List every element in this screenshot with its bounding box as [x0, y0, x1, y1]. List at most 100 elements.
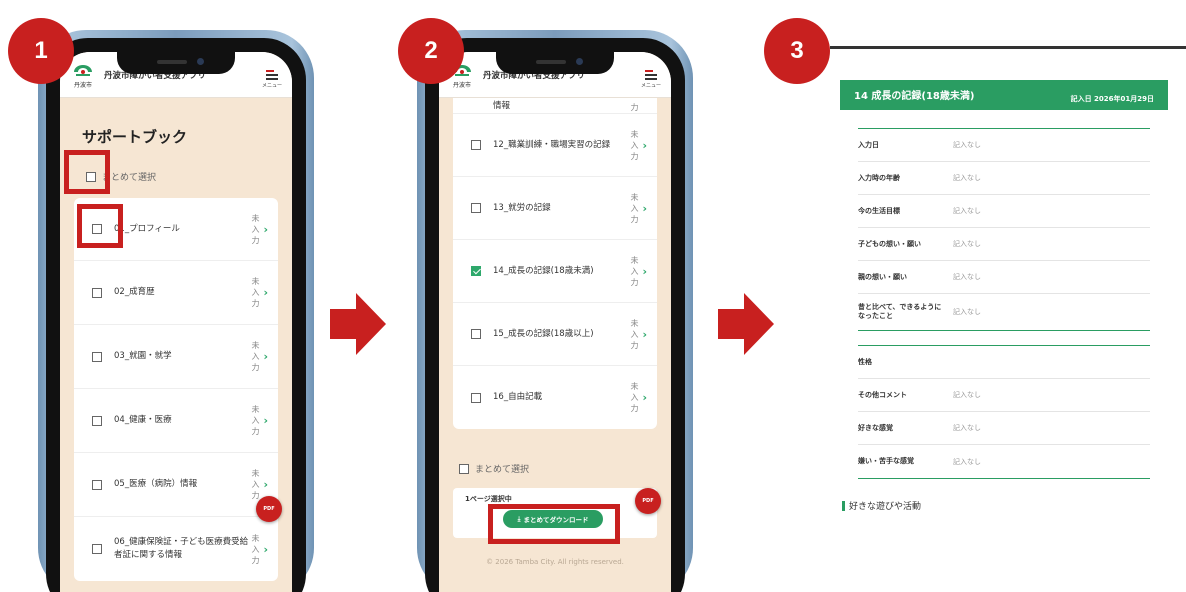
select-all-checkbox[interactable] — [459, 463, 469, 474]
document-table-1: 入力日 記入なし 入力時の年齢 記入なし 今の生活目標 記入なし 子どもの想い・願い記… — [858, 128, 1150, 331]
item-checkbox[interactable] — [92, 415, 102, 426]
item-label: 15_成長の記録(18歳以上) — [493, 328, 594, 339]
select-all-label: まとめて選択 — [102, 173, 157, 183]
item-label: 02_成育歴 — [114, 287, 155, 297]
item-checkbox[interactable] — [92, 351, 102, 362]
chevron-right-icon: › — [263, 286, 268, 299]
chevron-right-icon: › — [642, 201, 647, 215]
list-item[interactable]: 02_成育歴 未入力 › — [74, 261, 278, 325]
table-row: 嫌い・苦手な感覚 記入なし — [858, 457, 981, 466]
arrow-right-icon — [330, 293, 386, 355]
status-badge: 未入力 — [251, 277, 260, 308]
chevron-right-icon: › — [263, 222, 268, 236]
item-label: 06_健康保険証・子ども医療費受給者証に関する情報 — [114, 537, 249, 560]
list-item[interactable]: 16_自由記載 未入力 › — [453, 366, 657, 429]
status-badge: 未入力 — [251, 341, 260, 372]
status-badge: 力 — [630, 103, 639, 112]
item-label: 12_職業訓練・職場実習の記録 — [493, 139, 611, 150]
chevron-right-icon: › — [642, 264, 647, 278]
chevron-right-icon: › — [263, 414, 268, 427]
chevron-right-icon: › — [642, 327, 647, 341]
hamburger-icon — [265, 70, 278, 82]
menu-label: メニュー — [261, 83, 282, 89]
chevron-right-icon: › — [642, 391, 647, 404]
item-checkbox[interactable] — [92, 479, 102, 490]
chevron-right-icon: › — [263, 542, 268, 556]
arrow-right-icon — [718, 293, 774, 355]
item-label: 13_就労の記録 — [493, 202, 551, 213]
supportbook-list: 01_プロフィール 未入力 › 02_成育歴 未入力 › 03_就園・就学 未入… — [74, 198, 278, 581]
table-row: 子どもの想い・願い 記入なし — [858, 228, 1150, 261]
status-badge: 未入力 — [630, 382, 639, 413]
section-marker-icon — [842, 500, 845, 511]
hamburger-icon — [644, 70, 657, 82]
item-checkbox[interactable] — [471, 140, 481, 150]
status-badge: 未入力 — [251, 405, 260, 436]
step-badge-3: 3 — [764, 18, 830, 84]
item-label: 情報 — [493, 101, 511, 111]
item-checkbox[interactable] — [471, 329, 481, 339]
section-heading-label: 好きな遊びや活動 — [849, 502, 922, 512]
status-badge: 未入力 — [630, 255, 639, 287]
page-title: サポートブック — [82, 128, 188, 146]
phone-screen-1: 丹波市 丹波市障がい者支援アプリ メニュー サポートブック まとめて選択 01_… — [60, 52, 292, 592]
step-badge-1: 1 — [8, 18, 74, 84]
document-header: 14 成長の記録(18歳未満) 記入日 2026年01月29日 — [840, 80, 1168, 110]
list-item[interactable]: 03_就園・就学 未入力 › — [74, 325, 278, 389]
table-row: 好きな感覚 記入なし — [858, 412, 1150, 445]
tutorial-stage: 1 2 3 丹波市 丹波市障がい者支援アプリ メニュー サポートブック まとめて… — [0, 0, 1186, 592]
item-label: 14_成長の記録(18歳未満) — [493, 265, 594, 276]
item-label: 03_就園・就学 — [114, 351, 172, 361]
pdf-button[interactable]: PDF — [256, 496, 282, 522]
status-badge: 未入力 — [630, 129, 639, 161]
select-all[interactable]: まとめて選択 — [459, 462, 529, 475]
supportbook-list: 情報 力 › 12_職業訓練・職場実習の記録 未入力 › 13_就労の記録 未入… — [453, 98, 657, 429]
list-item-partial: 情報 力 › — [453, 98, 657, 114]
footer-copyright: © 2026 Tamba City. All rights reserved. — [486, 558, 624, 566]
table-row: 入力日 記入なし — [858, 129, 1150, 162]
document-table-2: 性格 その他コメント 記入なし 好きな感覚 記入なし 嫌い・苦手な感覚 記入なし — [858, 345, 1150, 479]
section-heading: 好きな遊びや活動 — [842, 499, 921, 512]
document-date: 記入日 2026年01月29日 — [1070, 95, 1154, 103]
highlight-select-all — [64, 150, 110, 194]
status-badge: 未入力 — [630, 192, 639, 224]
menu-button[interactable]: メニュー — [641, 70, 661, 89]
status-badge: 未入力 — [251, 533, 260, 565]
list-item[interactable]: 15_成長の記録(18歳以上) 未入力 › — [453, 303, 657, 366]
chevron-right-icon: › — [263, 478, 268, 491]
menu-button[interactable]: メニュー — [262, 70, 282, 89]
item-label: 16_自由記載 — [493, 392, 543, 402]
item-checkbox[interactable] — [92, 287, 102, 298]
phone-notch — [496, 52, 614, 74]
city-logo-icon — [74, 65, 92, 76]
list-item[interactable]: 05_医療（病院）情報 未入力 › — [74, 453, 278, 517]
city-logo: 丹波市 — [70, 64, 96, 89]
item-checkbox[interactable] — [92, 544, 102, 554]
list-item[interactable]: 04_健康・医療 未入力 › — [74, 389, 278, 453]
item-checkbox[interactable] — [471, 392, 481, 403]
table-row: 昔と比べて、できるようになったこと 記入なし — [858, 303, 981, 320]
pdf-button[interactable]: PDF — [635, 488, 661, 514]
highlight-item-checkbox — [77, 204, 123, 248]
selection-count: 1ページ選択中 — [465, 495, 512, 503]
chevron-right-icon: › — [263, 350, 268, 363]
table-row: 今の生活目標 記入なし — [858, 195, 1150, 228]
menu-label: メニュー — [640, 83, 661, 89]
list-item[interactable]: 12_職業訓練・職場実習の記録 未入力 › — [453, 114, 657, 177]
logo-text: 丹波市 — [73, 82, 92, 89]
chevron-right-icon: › — [642, 138, 647, 152]
status-badge: 未入力 — [630, 318, 639, 350]
table-row: その他コメント 記入なし — [858, 379, 1150, 412]
table-row: 親の想い・願い 記入なし — [858, 261, 1150, 294]
item-label: 05_医療（病院）情報 — [114, 479, 198, 489]
list-item[interactable]: 13_就労の記録 未入力 › — [453, 177, 657, 240]
logo-text: 丹波市 — [452, 82, 471, 89]
status-badge: 未入力 — [251, 469, 260, 500]
item-checkbox-checked[interactable] — [471, 266, 481, 276]
list-item[interactable]: 06_健康保険証・子ども医療費受給者証に関する情報 未入力 › — [74, 517, 278, 581]
table-row: 性格 — [858, 346, 1150, 379]
item-checkbox[interactable] — [471, 203, 481, 213]
item-label: 01_プロフィール — [114, 223, 180, 234]
status-badge: 未入力 — [251, 213, 260, 245]
list-item[interactable]: 14_成長の記録(18歳未満) 未入力 › — [453, 240, 657, 303]
